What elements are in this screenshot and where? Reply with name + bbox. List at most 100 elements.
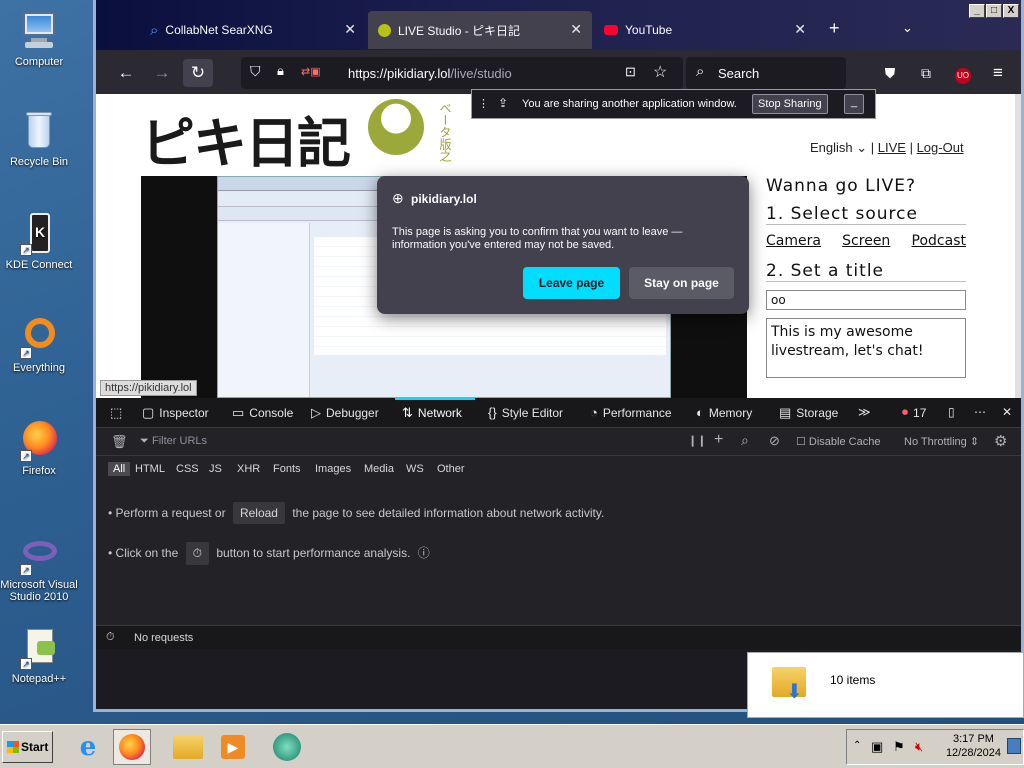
desktop-icon-computer[interactable]: Computer [0,10,78,68]
tab-debugger[interactable]: ▷ Debugger [311,405,379,421]
tab-storage[interactable]: ▤ Storage [779,405,838,421]
desktop-icon-recycle-bin[interactable]: Recycle Bin [0,110,78,168]
error-count-badge[interactable]: ⏺ 17 [902,405,926,420]
desktop-icon-label: Firefox [22,465,56,477]
show-desktop-icon[interactable] [1007,738,1021,754]
pause-icon[interactable]: ❙❙ [688,434,706,447]
new-tab-button[interactable]: + [829,18,840,39]
screen-share-indicator-icon[interactable]: ⇄▣ [301,65,327,79]
taskbar-ie-icon[interactable]: e [69,729,107,765]
desktop-icon-visual-studio[interactable]: ↗ Microsoft Visual Studio 2010 [0,533,78,603]
start-button[interactable]: Start [2,731,53,763]
filter-images[interactable]: Images [310,462,356,476]
minimize-button[interactable]: _ [969,4,985,18]
leave-page-button[interactable]: Leave page [523,267,620,299]
taskbar-explorer-icon[interactable] [169,729,207,765]
tab-youtube[interactable]: YouTube ✕ [594,11,816,49]
volume-muted-icon[interactable]: 🔇︎ [915,739,923,755]
filter-html[interactable]: HTML [130,462,170,476]
drag-handle-icon[interactable]: ⋮ [478,97,489,110]
tab-list-chevron-icon[interactable]: ⌄ [902,20,913,36]
taskbar-app-icon[interactable] [268,729,306,765]
taskbar-firefox-icon[interactable] [113,729,151,765]
pocket-icon[interactable]: ⛊ [876,59,904,87]
tab-console[interactable]: ▭ Console [232,405,293,421]
reader-view-icon[interactable]: ⊡ [625,64,636,80]
close-tab-icon[interactable]: ✕ [794,21,806,38]
desktop-icon-firefox[interactable]: ↗ Firefox [0,419,78,477]
reload-button[interactable]: ↻ [183,59,213,87]
stopwatch-icon[interactable]: ⏱ [106,631,115,644]
dialog-site: pikidiary.lol [411,192,477,206]
taskbar-media-player-icon[interactable]: ▶ [214,729,252,765]
nav-logout-link[interactable]: Log-Out [917,140,964,155]
source-podcast-link[interactable]: Podcast [912,233,966,249]
filter-css[interactable]: CSS [171,462,204,476]
tab-searxng[interactable]: ⌕ CollabNet SearXNG ✕ [140,11,366,49]
menu-icon[interactable]: ≡ [984,59,1012,87]
tab-inspector[interactable]: ▢ Inspector [142,405,209,421]
clear-log-icon[interactable]: 🗑︎ [111,434,128,450]
filter-media[interactable]: Media [359,462,399,476]
disable-cache-checkbox[interactable]: ☐ Disable Cache [796,435,880,448]
back-button[interactable]: ← [112,59,140,87]
bookmark-star-icon[interactable]: ☆ [653,62,667,82]
maximize-button[interactable]: □ [986,4,1002,18]
forward-button[interactable]: → [148,59,176,87]
desktop-icon-everything[interactable]: ↗ Everything [0,316,78,374]
filter-all[interactable]: All [108,462,131,476]
add-request-icon[interactable]: + [714,431,723,449]
extensions-icon[interactable]: ⧉ [912,59,940,87]
reload-page-button[interactable]: Reload [232,502,285,524]
clock[interactable]: 3:17 PM 12/28/2024 [946,732,1001,760]
site-logo[interactable]: ピキ日記 [141,99,424,178]
close-tab-icon[interactable]: ✕ [344,21,356,38]
tab-performance[interactable]: ◔ Performance [590,405,672,420]
flag-tray-icon[interactable]: ⚑ [893,739,905,755]
stop-sharing-button[interactable]: Stop Sharing [752,94,828,114]
style-editor-icon: {} [488,405,497,420]
tab-memory[interactable]: ◐ Memory [696,405,752,420]
close-tab-icon[interactable]: ✕ [570,21,582,38]
search-icon: ⌕ [696,63,705,80]
throttling-select[interactable]: No Throttling ⇕ [904,435,979,448]
globe-icon: ⊕ [392,190,404,206]
source-camera-link[interactable]: Camera [766,233,821,249]
nav-live-link[interactable]: LIVE [878,140,906,155]
desktop-icon-kde-connect[interactable]: K ↗ KDE Connect [0,213,78,271]
devtools-menu-icon[interactable]: ⋯ [974,405,986,419]
tab-style-editor[interactable]: {} Style Editor [488,405,563,420]
search-box[interactable]: ⌕ Search [686,57,846,89]
minimize-sharing-button[interactable]: _ [844,94,864,114]
performance-icon: ◔ [590,405,598,420]
ublock-icon[interactable]: UO [949,59,977,87]
stay-on-page-button[interactable]: Stay on page [629,267,734,299]
settings-gear-icon[interactable]: ⚙ [994,432,1007,450]
description-textarea[interactable]: This is my awesome livestream, let's cha… [766,318,966,378]
filter-fonts[interactable]: Fonts [268,462,306,476]
source-screen-link[interactable]: Screen [842,233,890,249]
filter-ws[interactable]: WS [401,462,429,476]
dock-side-icon[interactable]: ▯ [948,405,955,419]
filter-urls-input[interactable]: Filter URLs [152,435,207,447]
network-tray-icon[interactable]: ▣ [871,739,883,755]
tab-network[interactable]: ⇅ Network [402,405,462,421]
filter-js[interactable]: JS [204,462,227,476]
page-scrollbar[interactable] [1015,94,1021,398]
stopwatch-button[interactable]: ⏱ [185,542,209,565]
desktop-icon-notepadpp[interactable]: ↗ Notepad++ [0,627,78,685]
tab-live-studio[interactable]: LIVE Studio - ピキ日記 ✕ [368,11,592,49]
language-select[interactable]: English [810,140,853,155]
close-devtools-icon[interactable]: ✕ [1002,405,1012,419]
block-requests-icon[interactable]: ⊘ [769,433,780,449]
help-icon[interactable]: ⓘ [418,546,430,560]
element-picker-icon[interactable]: ⬚ [110,405,122,421]
show-hidden-icons[interactable]: ⌃ [853,740,861,751]
more-tabs-icon[interactable]: ≫ [858,405,871,419]
url-bar[interactable]: ⛉ 🔒︎ ⇄▣ https://pikidiary.lol/live/studi… [241,57,683,89]
filter-xhr[interactable]: XHR [232,462,265,476]
title-input[interactable]: oo [766,290,966,310]
filter-other[interactable]: Other [432,462,470,476]
close-window-button[interactable]: X [1003,4,1019,18]
search-icon[interactable]: ⌕ [741,432,749,449]
